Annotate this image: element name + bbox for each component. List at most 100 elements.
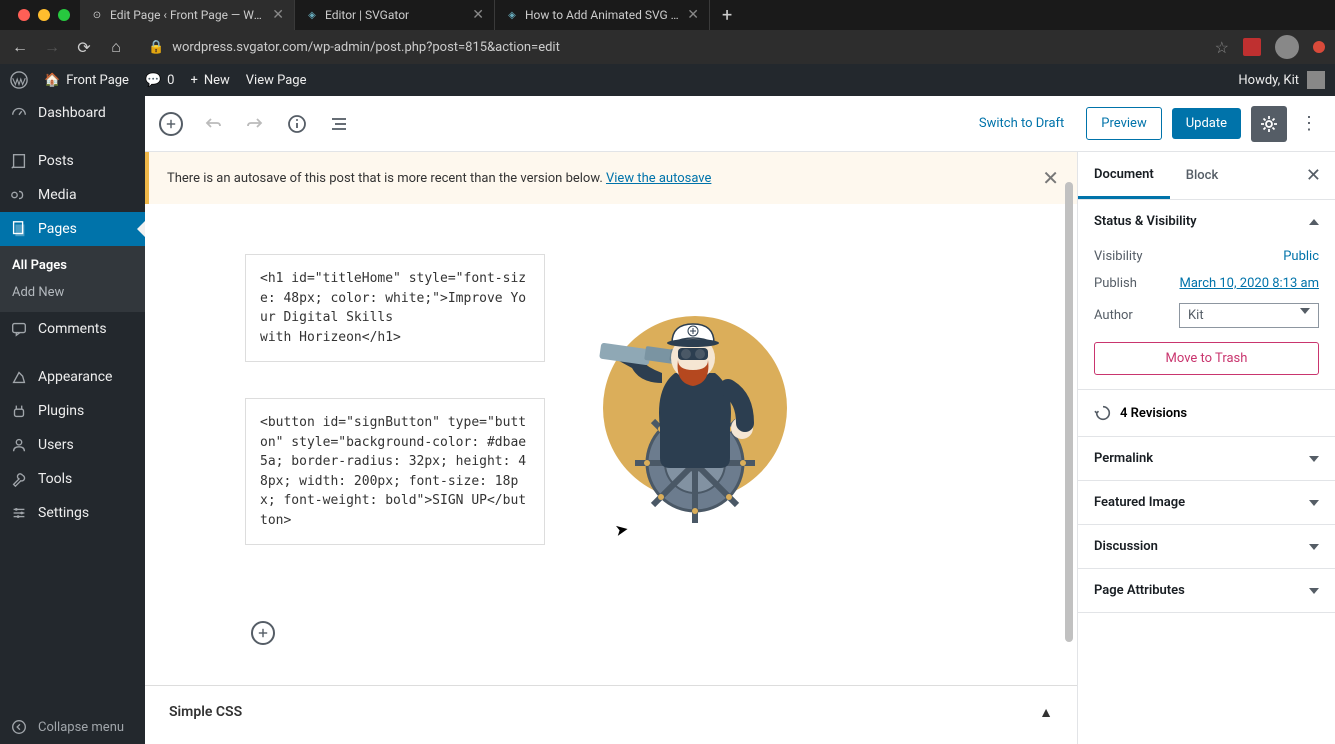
undo-button[interactable] — [201, 112, 225, 136]
visibility-value-link[interactable]: Public — [1283, 249, 1319, 264]
tab-bar: ⊙ Edit Page ‹ Front Page — WordP ✕ ◈ Edi… — [0, 0, 1335, 30]
author-select[interactable]: Kit — [1179, 303, 1319, 328]
pages-icon — [10, 220, 28, 238]
panel-header-permalink[interactable]: Permalink — [1078, 437, 1335, 480]
switch-to-draft-button[interactable]: Switch to Draft — [967, 116, 1076, 131]
update-button[interactable]: Update — [1172, 108, 1241, 139]
profile-avatar[interactable] — [1275, 35, 1299, 59]
close-tab-icon[interactable]: ✕ — [472, 7, 484, 23]
browser-tab-wordpress[interactable]: ⊙ Edit Page ‹ Front Page — WordP ✕ — [80, 0, 295, 30]
sidebar-item-media[interactable]: Media — [0, 178, 145, 212]
dismiss-notice-button[interactable]: ✕ — [1042, 166, 1059, 190]
comments-count: 0 — [167, 73, 174, 88]
notification-dot-icon[interactable] — [1313, 41, 1325, 53]
user-avatar-icon — [1307, 71, 1325, 89]
dashboard-icon — [10, 104, 28, 122]
wordpress-favicon: ⊙ — [90, 8, 104, 22]
sidebar-item-plugins[interactable]: Plugins — [0, 394, 145, 428]
tab-title: Edit Page ‹ Front Page — WordP — [110, 8, 266, 22]
sidebar-item-pages[interactable]: Pages — [0, 212, 145, 246]
preview-button[interactable]: Preview — [1086, 107, 1161, 140]
sidebar-item-users[interactable]: Users — [0, 428, 145, 462]
close-window-button[interactable] — [18, 9, 30, 21]
maximize-window-button[interactable] — [58, 9, 70, 21]
wp-logo-icon[interactable] — [10, 71, 28, 89]
sidebar-item-appearance[interactable]: Appearance — [0, 360, 145, 394]
tab-document[interactable]: Document — [1078, 153, 1170, 199]
panel-header-featured-image[interactable]: Featured Image — [1078, 481, 1335, 524]
sidebar-item-comments[interactable]: Comments — [0, 312, 145, 346]
extension-icon[interactable] — [1243, 38, 1261, 56]
add-block-button[interactable] — [159, 112, 183, 136]
bookmark-star-icon[interactable]: ☆ — [1215, 38, 1229, 57]
close-tab-icon[interactable]: ✕ — [687, 7, 699, 23]
settings-icon — [10, 504, 28, 522]
new-label: New — [204, 73, 230, 88]
panel-header-discussion[interactable]: Discussion — [1078, 525, 1335, 568]
submenu-add-new[interactable]: Add New — [0, 279, 145, 306]
sidebar-label: Pages — [38, 221, 77, 237]
editor-body: There is an autosave of this post that i… — [145, 152, 1335, 744]
publish-value-link[interactable]: March 10, 2020 8:13 am — [1179, 276, 1319, 291]
editor-toolbar: Switch to Draft Preview Update ⋮ — [145, 96, 1335, 152]
panel-discussion: Discussion — [1078, 525, 1335, 569]
view-page-label: View Page — [246, 73, 307, 88]
tab-block[interactable]: Block — [1170, 154, 1234, 197]
panel-page-attributes: Page Attributes — [1078, 569, 1335, 613]
sidebar-label: Dashboard — [38, 105, 106, 121]
comments-link[interactable]: 💬 0 — [145, 73, 175, 88]
simple-css-label: Simple CSS — [169, 704, 242, 721]
sidebar-collapse[interactable]: Collapse menu — [0, 710, 145, 744]
panel-header-status[interactable]: Status & Visibility — [1078, 200, 1335, 243]
browser-tab-howto[interactable]: ◈ How to Add Animated SVG to W ✕ — [495, 0, 710, 30]
new-tab-button[interactable]: + — [710, 5, 744, 26]
site-name-link[interactable]: 🏠 Front Page — [44, 73, 129, 88]
back-button[interactable]: ← — [10, 37, 30, 57]
html-block-button[interactable]: <button id="signButton" type="button" st… — [245, 398, 545, 545]
author-row: Author Kit — [1094, 297, 1319, 334]
view-autosave-link[interactable]: View the autosave — [606, 171, 711, 186]
panel-permalink: Permalink — [1078, 437, 1335, 481]
reload-button[interactable]: ⟳ — [74, 38, 94, 57]
forward-button[interactable]: → — [42, 37, 62, 57]
info-button[interactable] — [285, 112, 309, 136]
publish-label: Publish — [1094, 276, 1137, 291]
traffic-lights — [8, 9, 80, 21]
toolbar-left — [159, 112, 351, 136]
close-settings-button[interactable]: ✕ — [1292, 165, 1335, 186]
scrollbar[interactable] — [1065, 152, 1075, 744]
submenu-all-pages[interactable]: All Pages — [0, 252, 145, 279]
minimize-window-button[interactable] — [38, 9, 50, 21]
url-input[interactable]: 🔒 wordpress.svgator.com/wp-admin/post.ph… — [138, 40, 1203, 55]
settings-gear-button[interactable] — [1251, 106, 1287, 142]
html-block-h1[interactable]: <h1 id="titleHome" style="font-size: 48p… — [245, 254, 545, 362]
editor-canvas[interactable]: There is an autosave of this post that i… — [145, 152, 1077, 744]
toolbar-right: Switch to Draft Preview Update ⋮ — [967, 106, 1321, 142]
collapse-triangle-icon: ▲ — [1039, 704, 1053, 721]
home-button[interactable]: ⌂ — [106, 37, 126, 57]
outline-button[interactable] — [327, 112, 351, 136]
pages-submenu: All Pages Add New — [0, 246, 145, 312]
close-tab-icon[interactable]: ✕ — [272, 7, 284, 23]
sidebar-item-dashboard[interactable]: Dashboard — [0, 96, 145, 130]
howdy-label: Howdy, Kit — [1238, 73, 1299, 88]
more-options-button[interactable]: ⋮ — [1297, 113, 1321, 134]
view-page-link[interactable]: View Page — [246, 73, 307, 88]
browser-tab-svgator[interactable]: ◈ Editor | SVGator ✕ — [295, 0, 495, 30]
scrollbar-thumb[interactable] — [1065, 182, 1073, 642]
chevron-down-icon — [1309, 544, 1319, 550]
admin-bar-right[interactable]: Howdy, Kit — [1238, 71, 1325, 89]
move-to-trash-button[interactable]: Move to Trash — [1094, 342, 1319, 375]
new-content-link[interactable]: + New — [190, 73, 229, 88]
add-block-inline-button[interactable] — [251, 621, 275, 645]
simple-css-panel[interactable]: Simple CSS ▲ — [145, 685, 1077, 739]
sidebar-item-settings[interactable]: Settings — [0, 496, 145, 530]
sidebar-label: Media — [38, 187, 77, 203]
url-text: wordpress.svgator.com/wp-admin/post.php?… — [172, 40, 560, 55]
revisions-button[interactable]: 4 Revisions — [1078, 390, 1335, 437]
redo-button[interactable] — [243, 112, 267, 136]
author-value: Kit — [1188, 308, 1204, 323]
panel-header-page-attributes[interactable]: Page Attributes — [1078, 569, 1335, 612]
sidebar-item-tools[interactable]: Tools — [0, 462, 145, 496]
sidebar-item-posts[interactable]: Posts — [0, 144, 145, 178]
